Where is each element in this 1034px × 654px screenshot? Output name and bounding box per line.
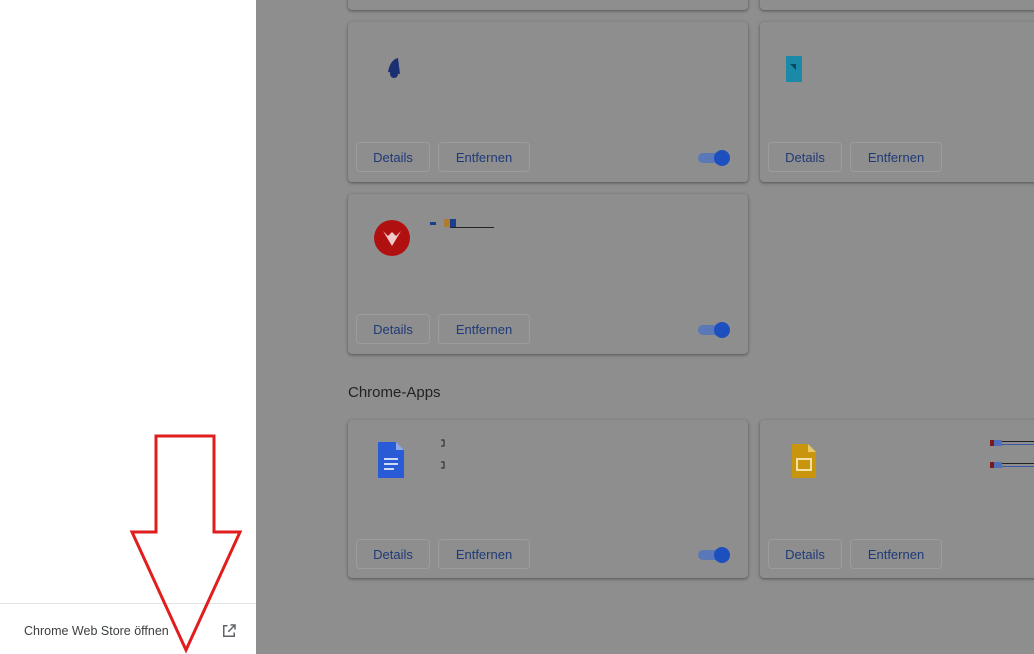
app-name-obscured [986,438,1034,477]
app-name-obscured [440,438,446,477]
external-link-icon [220,622,238,640]
details-button[interactable]: Details [356,314,430,344]
details-button[interactable]: Details [356,142,430,172]
chrome-web-store-link[interactable]: Chrome Web Store öffnen [24,618,238,644]
remove-button[interactable]: Entfernen [438,539,530,569]
extension-name-obscured [430,216,496,234]
toggle-knob [714,150,730,166]
sidebar: Chrome Web Store öffnen [0,0,256,654]
webstore-label: Chrome Web Store öffnen [24,624,169,638]
details-button[interactable]: Details [768,142,842,172]
chrome-apps-heading: Chrome-Apps [348,384,441,401]
enable-toggle[interactable] [698,547,730,563]
app-card: Details Entfernen [760,420,1034,578]
extension-card-partial [760,0,1034,10]
enable-toggle[interactable] [698,150,730,166]
google-slides-icon [790,442,830,482]
remove-button[interactable]: Entfernen [850,142,942,172]
sidebar-divider [0,603,256,604]
extension-card-partial [348,0,748,10]
app-card: Details Entfernen [348,420,748,578]
extension-icon-red-fox [372,218,412,258]
extension-card: Details Entfernen [348,194,748,354]
enable-toggle[interactable] [698,322,730,338]
google-docs-icon [376,440,416,480]
remove-button[interactable]: Entfernen [850,539,942,569]
remove-button[interactable]: Entfernen [438,142,530,172]
remove-button[interactable]: Entfernen [438,314,530,344]
extension-card: Details Entfernen [348,22,748,182]
toggle-knob [714,322,730,338]
extension-card: Details Entfernen [760,22,1034,182]
extension-icon-blue [370,46,410,86]
details-button[interactable]: Details [356,539,430,569]
toggle-knob [714,547,730,563]
details-button[interactable]: Details [768,539,842,569]
extension-icon-teal [784,46,824,86]
